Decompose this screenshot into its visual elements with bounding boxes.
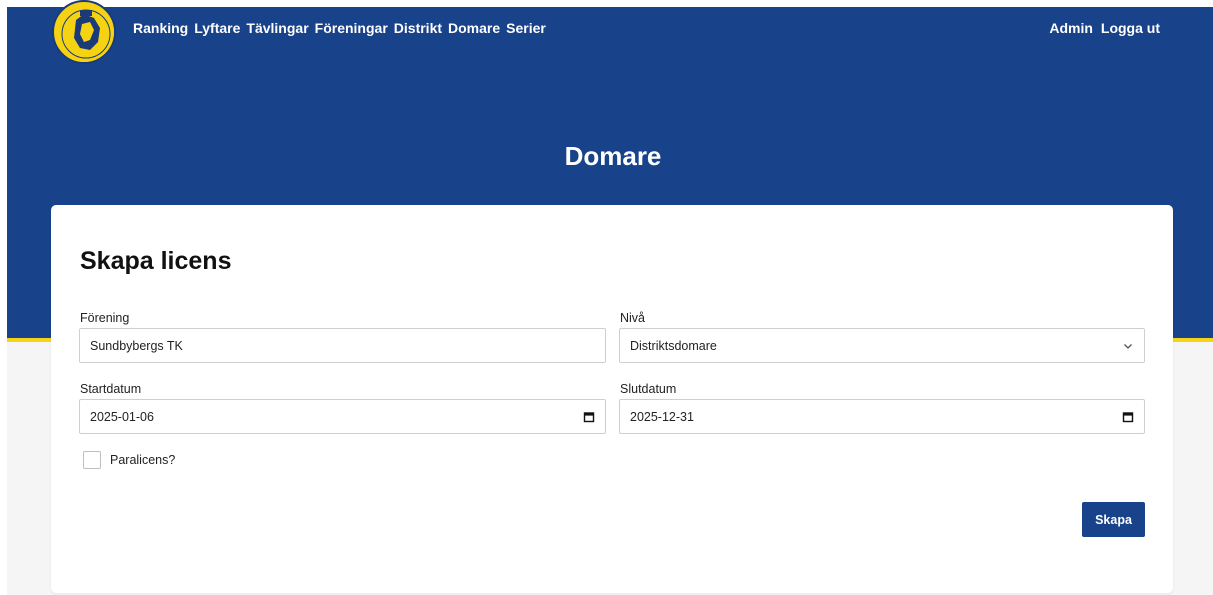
calendar-icon[interactable] xyxy=(583,411,595,423)
paralicense-checkbox[interactable] xyxy=(83,451,101,469)
end-date-field[interactable]: 2025-12-31 xyxy=(619,399,1145,434)
start-date-value: 2025-01-06 xyxy=(90,409,154,424)
main-nav: Ranking Lyftare Tävlingar Föreningar Dis… xyxy=(133,20,546,36)
club-field[interactable]: Sundbybergs TK xyxy=(79,328,606,363)
create-button[interactable]: Skapa xyxy=(1082,502,1145,537)
page-title: Domare xyxy=(564,141,662,172)
logout-link[interactable]: Logga ut xyxy=(1101,20,1160,36)
level-select[interactable]: Distriktsdomare xyxy=(619,328,1145,363)
paralicense-label: Paralicens? xyxy=(110,453,176,467)
nav-item-lyftare[interactable]: Lyftare xyxy=(194,20,240,36)
form-title: Skapa licens xyxy=(80,247,232,275)
level-label: Nivå xyxy=(620,311,646,325)
end-date-value: 2025-12-31 xyxy=(630,409,694,424)
chevron-down-icon xyxy=(1124,343,1132,349)
user-nav: Admin Logga ut xyxy=(1049,20,1160,36)
start-date-label: Startdatum xyxy=(80,382,142,396)
nav-item-domare[interactable]: Domare xyxy=(448,20,500,36)
admin-link[interactable]: Admin xyxy=(1049,20,1093,36)
nav-item-ranking[interactable]: Ranking xyxy=(133,20,188,36)
end-date-label: Slutdatum xyxy=(620,382,677,396)
calendar-icon[interactable] xyxy=(1122,411,1134,423)
level-value: Distriktsdomare xyxy=(630,338,717,353)
nav-item-foreningar[interactable]: Föreningar xyxy=(315,20,388,36)
nav-item-serier[interactable]: Serier xyxy=(506,20,546,36)
create-license-card: Skapa licens Förening Sundbybergs TK Niv… xyxy=(51,205,1173,593)
club-label: Förening xyxy=(80,311,130,325)
club-value: Sundbybergs TK xyxy=(90,338,183,353)
nav-item-distrikt[interactable]: Distrikt xyxy=(394,20,442,36)
federation-logo[interactable] xyxy=(52,0,116,64)
nav-item-tavlingar[interactable]: Tävlingar xyxy=(246,20,308,36)
start-date-field[interactable]: 2025-01-06 xyxy=(79,399,606,434)
